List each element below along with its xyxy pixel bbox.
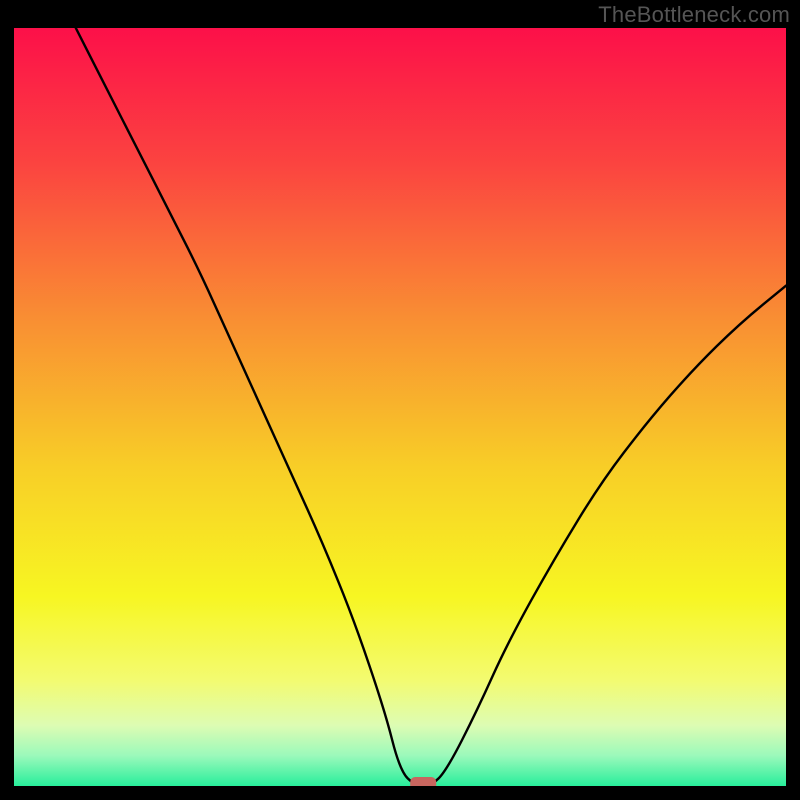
attribution-text: TheBottleneck.com bbox=[598, 2, 790, 28]
bottleneck-chart bbox=[14, 28, 786, 786]
chart-frame bbox=[14, 28, 786, 786]
gradient-background bbox=[14, 28, 786, 786]
optimal-marker bbox=[410, 777, 436, 786]
